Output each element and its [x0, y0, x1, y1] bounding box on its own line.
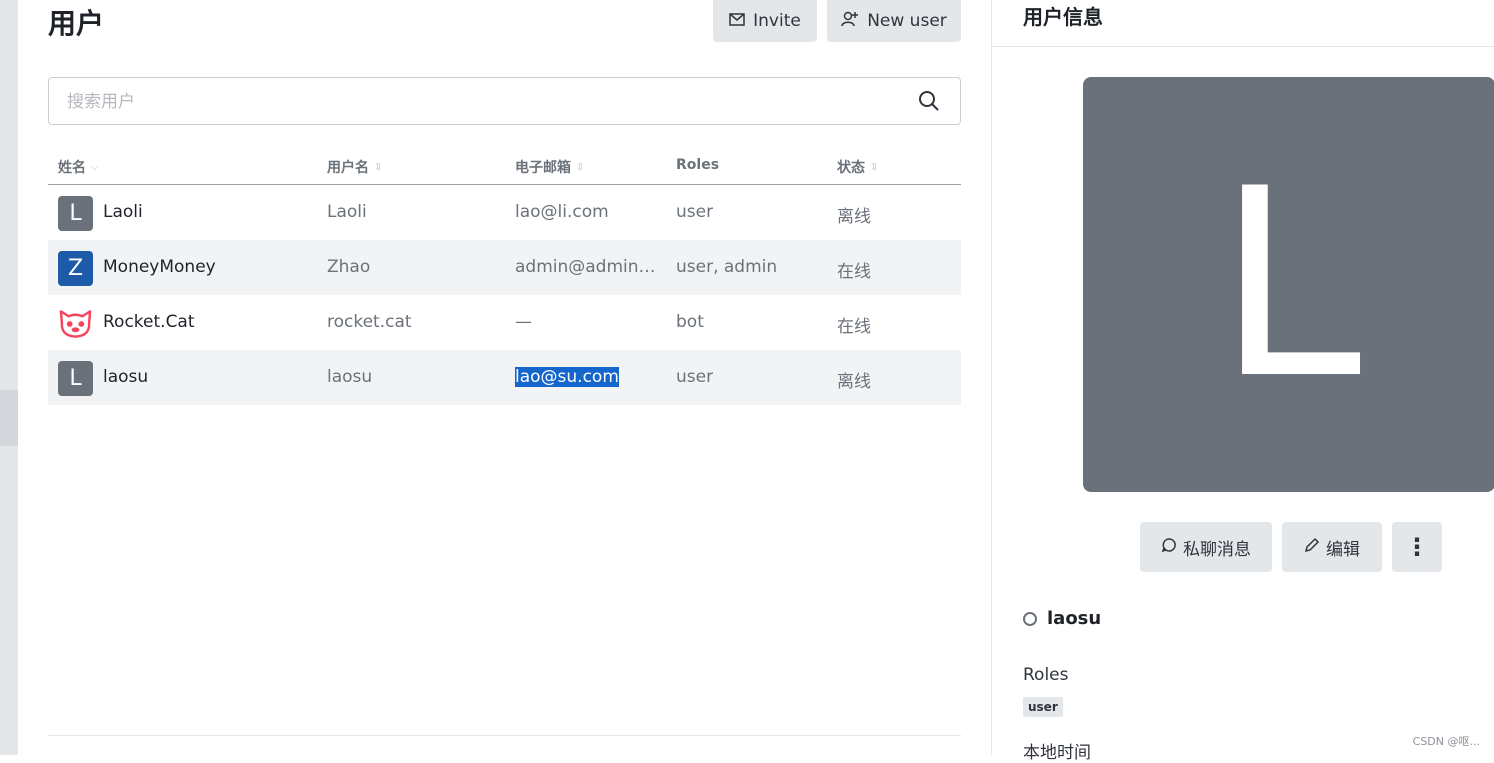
- invite-button[interactable]: Invite: [713, 0, 817, 42]
- column-header-roles: Roles: [676, 157, 719, 173]
- user-username: laosu: [1047, 608, 1102, 629]
- user-info-panel: 用户信息 L 私聊消息 编辑 ⋮ laosu Roles user 本地时间 C…: [991, 0, 1494, 763]
- user-email: —: [515, 312, 532, 332]
- column-label: 状态: [837, 160, 865, 176]
- column-label: 用户名: [327, 160, 369, 176]
- user-roles: user: [676, 367, 714, 387]
- table-row[interactable]: Z MoneyMoney Zhao admin@admin.c... user,…: [48, 240, 961, 295]
- users-table: 姓名 ⌵ 用户名 ⇳ 电子邮箱 ⇳ Roles 状态 ⇳ L Laoli Lao…: [48, 146, 961, 405]
- table-header: 姓名 ⌵ 用户名 ⇳ 电子邮箱 ⇳ Roles 状态 ⇳: [48, 146, 961, 185]
- user-username: Zhao: [327, 257, 371, 277]
- panel-divider: [992, 46, 1494, 47]
- left-rail: [0, 0, 18, 755]
- user-username: Laoli: [327, 202, 367, 222]
- user-status: 在线: [837, 317, 871, 337]
- search-icon[interactable]: [918, 90, 940, 112]
- sort-icon: ⇳: [576, 161, 585, 173]
- kebab-menu-icon: ⋮: [1405, 533, 1429, 561]
- new-user-label: New user: [867, 11, 947, 31]
- more-options-button[interactable]: ⋮: [1392, 522, 1442, 572]
- user-roles: user, admin: [676, 257, 778, 277]
- column-header-username[interactable]: 用户名 ⇳: [327, 157, 382, 177]
- user-status: 离线: [837, 207, 871, 227]
- user-name-row: laosu: [1023, 608, 1101, 629]
- column-label: Roles: [676, 157, 720, 173]
- column-header-status[interactable]: 状态 ⇳: [837, 157, 878, 177]
- selected-text: lao@su.com: [515, 367, 619, 387]
- user-avatar-large: L: [1083, 77, 1494, 492]
- column-label: 姓名: [58, 160, 86, 176]
- user-email: admin@admin.c...: [515, 257, 657, 277]
- left-rail-marker: [0, 390, 18, 446]
- user-name: laosu: [103, 367, 149, 387]
- user-roles: user: [676, 202, 714, 222]
- invite-label: Invite: [753, 11, 801, 31]
- edit-button[interactable]: 编辑: [1282, 522, 1382, 572]
- avatar: L: [58, 196, 93, 231]
- search-box: [48, 77, 961, 125]
- table-footer-divider: [48, 735, 961, 736]
- avatar: Z: [58, 251, 93, 286]
- sort-icon: ⇳: [870, 161, 879, 173]
- pencil-icon: [1304, 537, 1320, 558]
- role-tag: user: [1023, 697, 1063, 717]
- sort-desc-icon: ⌵: [91, 161, 99, 173]
- user-name: Rocket.Cat: [103, 312, 195, 332]
- user-name: MoneyMoney: [103, 257, 216, 277]
- user-status: 在线: [837, 262, 871, 282]
- user-name: Laoli: [103, 202, 143, 222]
- offline-status-icon: [1023, 611, 1037, 626]
- watermark: CSDN @呕...: [1412, 735, 1480, 748]
- chat-bubble-icon: [1161, 537, 1177, 558]
- table-row[interactable]: Rocket.Cat rocket.cat — bot 在线: [48, 295, 961, 350]
- roles-label: Roles: [1023, 665, 1069, 685]
- column-header-name[interactable]: 姓名 ⌵: [58, 157, 99, 177]
- user-email: lao@su.com: [515, 367, 619, 387]
- user-roles: bot: [676, 312, 704, 332]
- mail-icon: [729, 12, 745, 30]
- user-email: lao@li.com: [515, 202, 609, 222]
- user-status: 离线: [837, 372, 871, 392]
- panel-title: 用户信息: [1023, 5, 1103, 29]
- table-row[interactable]: L laosu laosu lao@su.com user 离线: [48, 350, 961, 405]
- user-username: rocket.cat: [327, 312, 412, 332]
- avatar: L: [58, 361, 93, 396]
- message-label: 私聊消息: [1183, 539, 1251, 560]
- table-row[interactable]: L Laoli Laoli lao@li.com user 离线: [48, 185, 961, 240]
- page-title: 用户: [48, 7, 105, 40]
- column-label: 电子邮箱: [515, 160, 571, 176]
- edit-label: 编辑: [1326, 539, 1360, 560]
- sort-icon: ⇳: [374, 161, 383, 173]
- user-username: laosu: [327, 367, 373, 387]
- new-user-button[interactable]: New user: [827, 0, 961, 42]
- users-panel: 用户 Invite New user 姓名 ⌵ 用户名 ⇳: [18, 0, 991, 755]
- direct-message-button[interactable]: 私聊消息: [1140, 522, 1272, 572]
- local-time-label: 本地时间: [1023, 743, 1091, 763]
- search-input[interactable]: [67, 90, 887, 114]
- rocket-cat-icon: [58, 306, 93, 341]
- add-user-icon: [841, 11, 859, 31]
- column-header-email[interactable]: 电子邮箱 ⇳: [515, 157, 584, 177]
